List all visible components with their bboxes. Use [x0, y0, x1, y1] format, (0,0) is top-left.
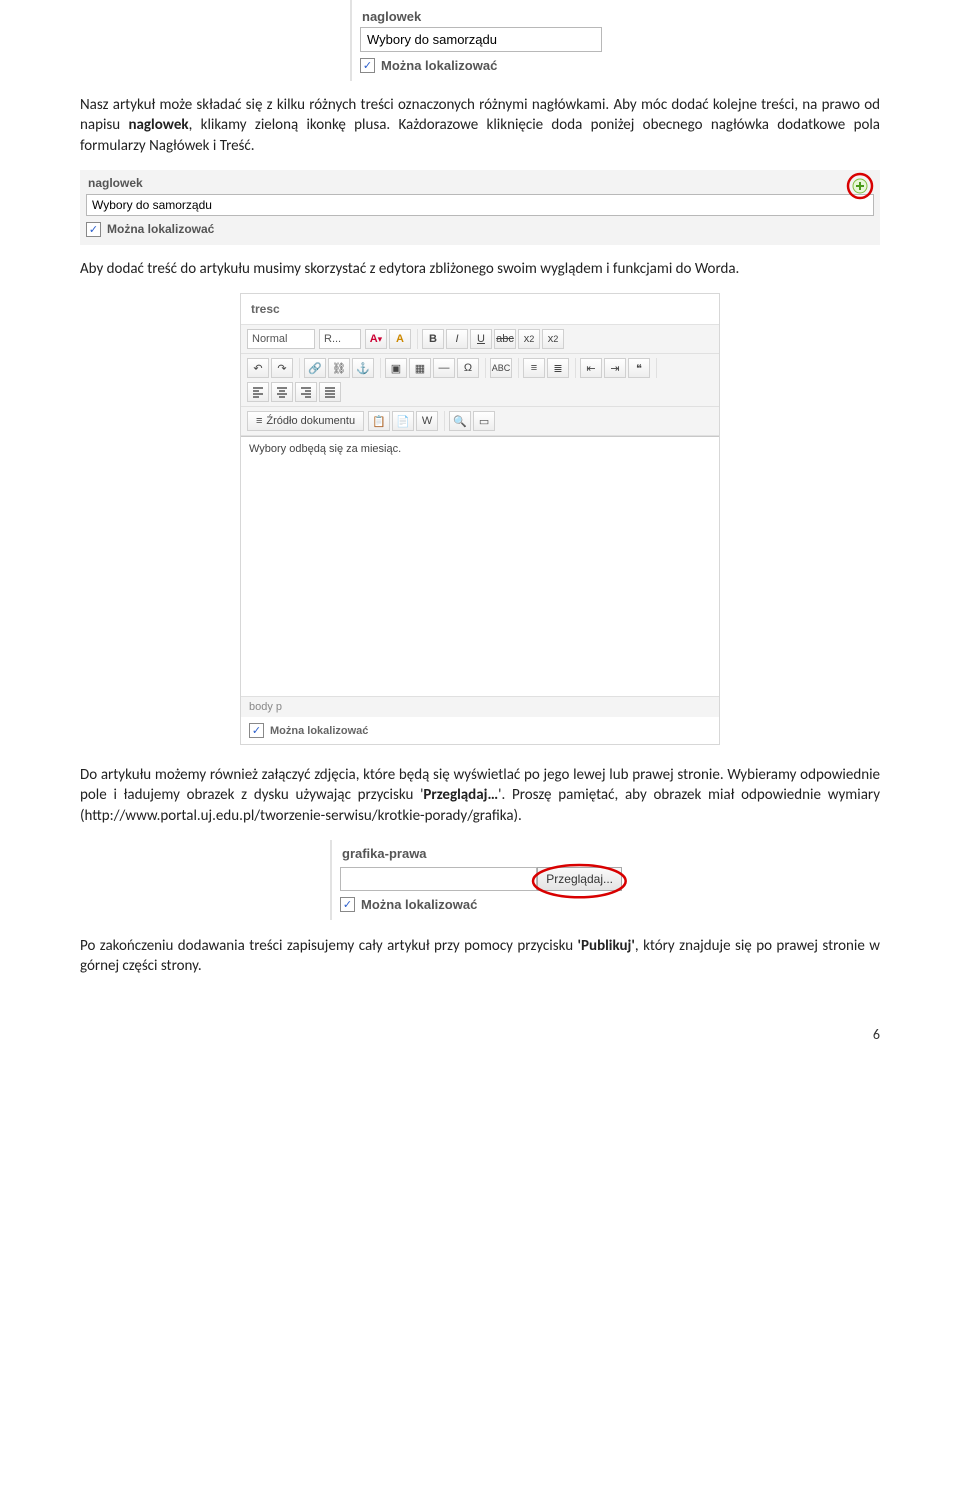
undo-icon[interactable]: ↶ — [247, 358, 269, 378]
editor-status-bar: body p — [241, 696, 719, 717]
font-size-dec-icon[interactable]: A▾ — [365, 329, 387, 349]
localize-checkbox[interactable]: ✓ — [86, 222, 101, 237]
editor-header: tresc — [241, 294, 719, 325]
paste-text-icon[interactable]: 📄 — [392, 411, 414, 431]
field-label-naglowek: naglowek — [86, 174, 874, 194]
align-justify-icon[interactable] — [319, 382, 341, 402]
indent-icon[interactable]: ⇥ — [604, 358, 626, 378]
align-center-icon[interactable] — [271, 382, 293, 402]
anchor-icon[interactable]: ⚓ — [352, 358, 374, 378]
outdent-icon[interactable]: ⇤ — [580, 358, 602, 378]
editor-content-area[interactable]: Wybory odbędą się za miesiąc. — [241, 436, 719, 696]
file-path-input[interactable] — [340, 867, 537, 891]
grafika-prawa-formlet: grafika-prawa Przeglądaj... ✓ Można loka… — [330, 840, 630, 920]
naglowek-input-wide[interactable] — [86, 194, 874, 216]
bold-icon[interactable]: B — [422, 329, 444, 349]
naglowek-formlet-small: naglowek ✓ Można lokalizować — [350, 0, 610, 81]
localize-label: Można lokalizować — [381, 58, 497, 73]
italic-icon[interactable]: I — [446, 329, 468, 349]
template-icon[interactable]: ▭ — [473, 411, 495, 431]
browse-button[interactable]: Przeglądaj... — [537, 867, 622, 891]
naglowek-formlet-wide: naglowek ✓ Można lokalizować — [80, 170, 880, 245]
font-dropdown[interactable]: R... — [319, 329, 361, 349]
image-icon[interactable]: ▣ — [385, 358, 407, 378]
underline-icon[interactable]: U — [470, 329, 492, 349]
align-right-icon[interactable] — [295, 382, 317, 402]
editor-toolbar-row2: ↶ ↷ 🔗 ⛓ ⚓ ▣ ▦ — Ω ABC ≡ ≣ ⇤ — [241, 354, 719, 407]
paragraph-4: Po zakończeniu dodawania treści zapisuje… — [80, 936, 880, 977]
naglowek-input[interactable] — [360, 27, 602, 52]
superscript-icon[interactable]: x2 — [542, 329, 564, 349]
localize-checkbox[interactable]: ✓ — [340, 897, 355, 912]
rich-text-editor: tresc Normal R... A▾ A B I U abc x2 x2 ↶… — [240, 293, 720, 745]
localize-checkbox[interactable]: ✓ — [360, 58, 375, 73]
localize-label: Można lokalizować — [107, 222, 214, 236]
paste-word-icon[interactable]: W — [416, 411, 438, 431]
hr-icon[interactable]: — — [433, 358, 455, 378]
blockquote-icon[interactable]: ❝ — [628, 358, 650, 378]
bullet-list-icon[interactable]: ≣ — [547, 358, 569, 378]
special-char-icon[interactable]: Ω — [457, 358, 479, 378]
spellcheck-icon[interactable]: ABC — [490, 358, 512, 378]
page-number: 6 — [80, 1026, 880, 1043]
table-icon[interactable]: ▦ — [409, 358, 431, 378]
paragraph-1: Nasz artykuł może składać się z kilku ró… — [80, 95, 880, 156]
add-section-plus-icon[interactable] — [846, 172, 874, 200]
editor-toolbar-row1: Normal R... A▾ A B I U abc x2 x2 — [241, 325, 719, 354]
editor-toolbar-row3: ≡ Źródło dokumentu 📋 📄 W 🔍 ▭ — [241, 407, 719, 436]
strike-icon[interactable]: abc — [494, 329, 516, 349]
numbered-list-icon[interactable]: ≡ — [523, 358, 545, 378]
field-label-naglowek: naglowek — [360, 6, 602, 27]
subscript-icon[interactable]: x2 — [518, 329, 540, 349]
paragraph-2: Aby dodać treść do artykułu musimy skorz… — [80, 259, 880, 279]
link-icon[interactable]: 🔗 — [304, 358, 326, 378]
find-icon[interactable]: 🔍 — [449, 411, 471, 431]
unlink-icon[interactable]: ⛓ — [328, 358, 350, 378]
field-label-grafika: grafika-prawa — [340, 844, 622, 867]
paragraph-format-dropdown[interactable]: Normal — [247, 329, 315, 349]
localize-label: Można lokalizować — [270, 725, 368, 737]
paragraph-3: Do artykułu możemy również załączyć zdję… — [80, 765, 880, 826]
paste-icon[interactable]: 📋 — [368, 411, 390, 431]
localize-label: Można lokalizować — [361, 897, 477, 912]
source-button[interactable]: ≡ Źródło dokumentu — [247, 411, 364, 431]
localize-checkbox[interactable]: ✓ — [249, 723, 264, 738]
align-left-icon[interactable] — [247, 382, 269, 402]
redo-icon[interactable]: ↷ — [271, 358, 293, 378]
font-color-icon[interactable]: A — [389, 329, 411, 349]
